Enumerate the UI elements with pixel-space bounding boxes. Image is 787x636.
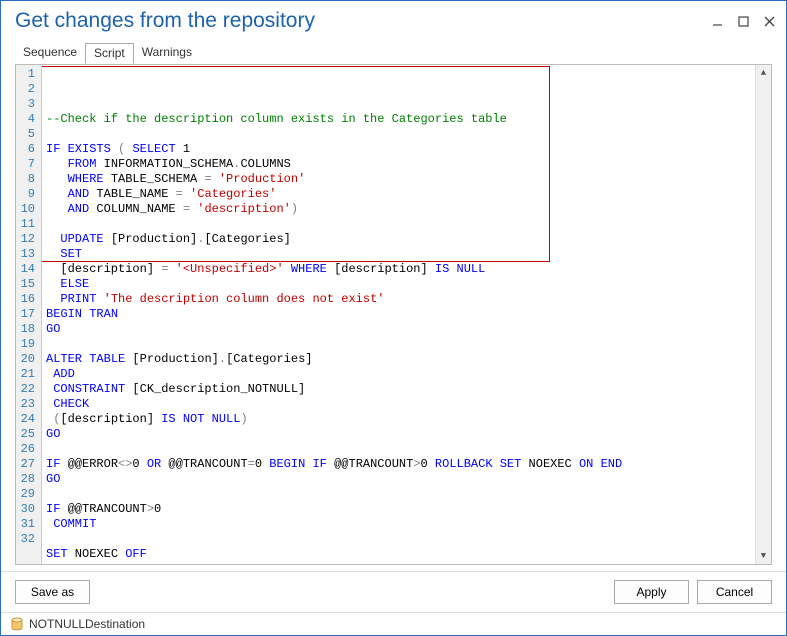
code-line[interactable]: ALTER TABLE [Production].[Categories] bbox=[46, 352, 751, 367]
tab-bar: Sequence Script Warnings bbox=[1, 37, 786, 64]
database-icon bbox=[11, 617, 23, 631]
code-line[interactable]: GO bbox=[46, 427, 751, 442]
window-controls bbox=[710, 14, 776, 28]
code-line[interactable] bbox=[46, 532, 751, 547]
code-line[interactable]: AND TABLE_NAME = 'Categories' bbox=[46, 187, 751, 202]
code-line[interactable]: PRINT 'The description column does not e… bbox=[46, 292, 751, 307]
minimize-icon[interactable] bbox=[710, 14, 724, 28]
code-line[interactable]: ([description] IS NOT NULL) bbox=[46, 412, 751, 427]
code-line[interactable]: SET bbox=[46, 247, 751, 262]
button-bar: Save as Apply Cancel bbox=[1, 571, 786, 612]
code-line[interactable]: CONSTRAINT [CK_description_NOTNULL] bbox=[46, 382, 751, 397]
close-icon[interactable] bbox=[762, 14, 776, 28]
code-line[interactable]: UPDATE [Production].[Categories] bbox=[46, 232, 751, 247]
code-line[interactable] bbox=[46, 127, 751, 142]
code-line[interactable] bbox=[46, 337, 751, 352]
code-line[interactable]: COMMIT bbox=[46, 517, 751, 532]
code-line[interactable] bbox=[46, 442, 751, 457]
vertical-scrollbar[interactable]: ▲ ▼ bbox=[755, 65, 771, 564]
code-line[interactable]: CHECK bbox=[46, 397, 751, 412]
status-db-name: NOTNULLDestination bbox=[29, 617, 145, 631]
code-line[interactable]: BEGIN TRAN bbox=[46, 307, 751, 322]
scroll-up-icon[interactable]: ▲ bbox=[756, 65, 771, 81]
line-gutter: 1234567891011121314151617181920212223242… bbox=[16, 65, 42, 564]
code-area[interactable]: --Check if the description column exists… bbox=[42, 65, 755, 564]
code-line[interactable]: IF EXISTS ( SELECT 1 bbox=[46, 142, 751, 157]
tab-script[interactable]: Script bbox=[85, 43, 134, 64]
code-line[interactable]: AND COLUMN_NAME = 'description') bbox=[46, 202, 751, 217]
code-line[interactable]: IF @@ERROR<>0 OR @@TRANCOUNT=0 BEGIN IF … bbox=[46, 457, 751, 472]
code-line[interactable] bbox=[46, 217, 751, 232]
maximize-icon[interactable] bbox=[736, 14, 750, 28]
scroll-down-icon[interactable]: ▼ bbox=[756, 548, 771, 564]
tab-sequence[interactable]: Sequence bbox=[15, 43, 85, 64]
code-line[interactable]: [description] = '<Unspecified>' WHERE [d… bbox=[46, 262, 751, 277]
status-bar: NOTNULLDestination bbox=[1, 612, 786, 635]
code-line[interactable] bbox=[46, 487, 751, 502]
code-line[interactable]: GO bbox=[46, 322, 751, 337]
code-editor[interactable]: 1234567891011121314151617181920212223242… bbox=[15, 64, 772, 565]
code-line[interactable]: ELSE bbox=[46, 277, 751, 292]
apply-button[interactable]: Apply bbox=[614, 580, 689, 604]
code-line[interactable]: SET NOEXEC OFF bbox=[46, 547, 751, 562]
cancel-button[interactable]: Cancel bbox=[697, 580, 772, 604]
window-title: Get changes from the repository bbox=[15, 9, 710, 33]
titlebar: Get changes from the repository bbox=[1, 1, 786, 37]
code-line[interactable]: FROM INFORMATION_SCHEMA.COLUMNS bbox=[46, 157, 751, 172]
save-as-button[interactable]: Save as bbox=[15, 580, 90, 604]
code-line[interactable]: ADD bbox=[46, 367, 751, 382]
code-line[interactable]: --Check if the description column exists… bbox=[46, 112, 751, 127]
tab-warnings[interactable]: Warnings bbox=[134, 43, 200, 64]
code-line[interactable]: WHERE TABLE_SCHEMA = 'Production' bbox=[46, 172, 751, 187]
code-line[interactable]: IF @@TRANCOUNT>0 bbox=[46, 502, 751, 517]
code-line[interactable]: GO bbox=[46, 472, 751, 487]
code-line[interactable]: GO bbox=[46, 562, 751, 564]
